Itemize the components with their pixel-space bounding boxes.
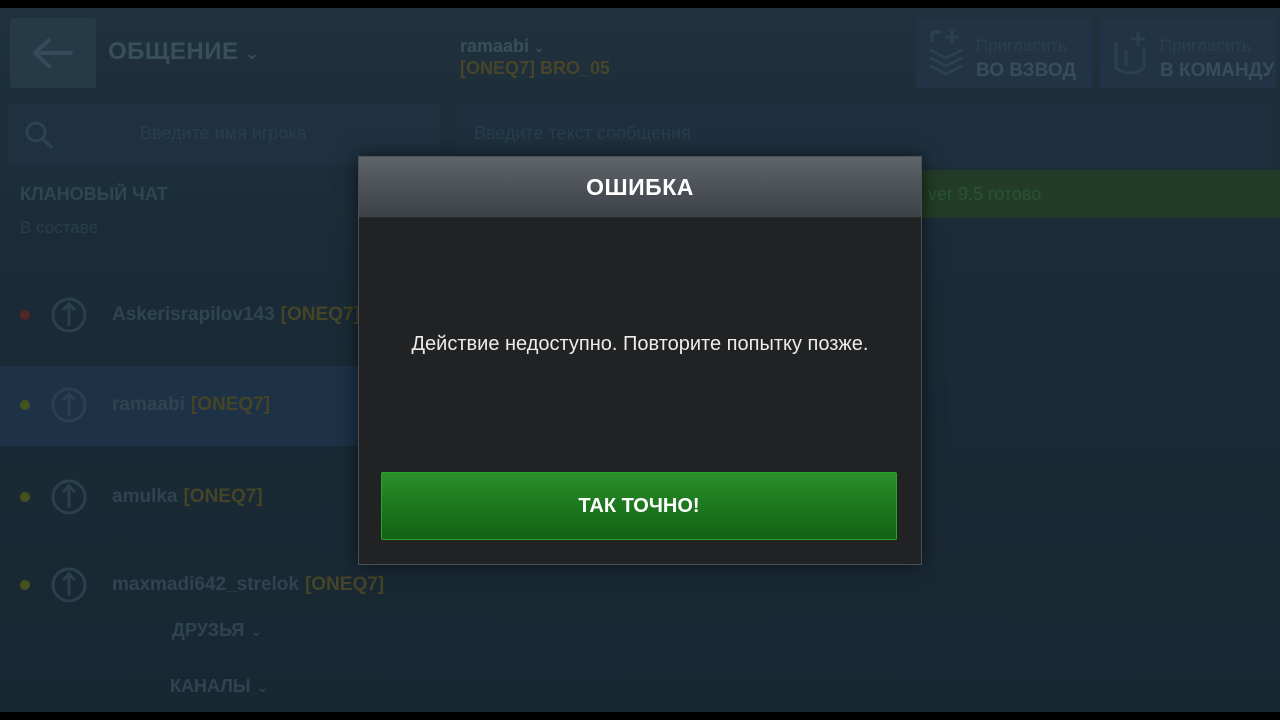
error-dialog: ОШИБКА Действие недоступно. Повторите по…	[358, 156, 922, 565]
dialog-title: ОШИБКА	[586, 173, 694, 200]
confirm-button[interactable]: ТАК ТОЧНО!	[381, 472, 897, 540]
dialog-header: ОШИБКА	[359, 157, 921, 218]
chat-screen: ОБЩЕНИЕ ⌄ ramaabi ⌄ [ONEQ7] BRO_05 Приглас…	[0, 8, 1280, 712]
dialog-message: Действие недоступно. Повторите попытку п…	[411, 333, 869, 355]
